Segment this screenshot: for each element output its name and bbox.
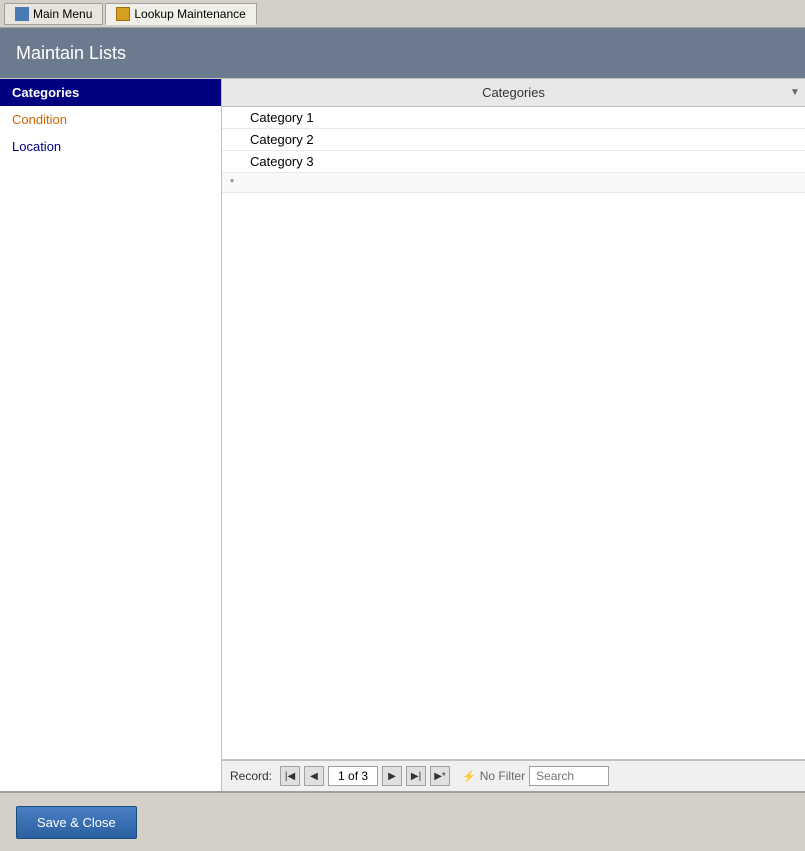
grid-column-label: Categories <box>482 85 545 100</box>
filter-icon: ⚡ <box>462 770 476 783</box>
new-row[interactable]: * <box>222 173 805 193</box>
first-icon: |◀ <box>285 771 295 782</box>
cell-category-1[interactable]: Category 1 <box>242 107 805 128</box>
last-icon: ▶| <box>411 771 421 782</box>
row-indicator-3 <box>222 160 242 164</box>
nav-next-button[interactable]: ▶ <box>382 766 402 786</box>
sidebar-location-label: Location <box>12 139 61 154</box>
grid-body: Category 1 Category 2 Category 3 * <box>222 107 805 759</box>
row-indicator-1 <box>222 116 242 120</box>
table-row[interactable]: Category 2 <box>222 129 805 151</box>
next-icon: ▶ <box>388 771 396 782</box>
search-input[interactable] <box>529 766 609 786</box>
sidebar-condition-label: Condition <box>12 112 67 127</box>
new-row-cell[interactable] <box>242 180 805 186</box>
nav-first-button[interactable]: |◀ <box>280 766 300 786</box>
tab-lookup-maintenance-label: Lookup Maintenance <box>134 7 245 21</box>
table-row[interactable]: Category 1 <box>222 107 805 129</box>
main-menu-icon <box>15 7 29 21</box>
sidebar-item-categories[interactable]: Categories <box>0 79 221 106</box>
record-label: Record: <box>230 769 272 783</box>
tab-bar: Main Menu Lookup Maintenance <box>0 0 805 28</box>
table-row[interactable]: Category 3 <box>222 151 805 173</box>
main-panel: Categories ▼ Category 1 Category 2 <box>222 78 805 791</box>
save-close-label: Save & Close <box>37 815 116 830</box>
new-icon: ▶* <box>434 771 446 782</box>
save-close-button[interactable]: Save & Close <box>16 806 137 839</box>
grid-column-categories: Categories <box>242 81 785 104</box>
sidebar-categories-label: Categories <box>12 85 79 100</box>
nav-filter: ⚡ No Filter <box>462 769 525 783</box>
dropdown-icon: ▼ <box>790 87 800 98</box>
filter-label: No Filter <box>480 769 525 783</box>
tab-main-menu[interactable]: Main Menu <box>4 3 103 25</box>
prev-icon: ◀ <box>310 771 318 782</box>
row-indicator-2 <box>222 138 242 142</box>
grid-column-dropdown[interactable]: ▼ <box>785 87 805 98</box>
cell-category-3[interactable]: Category 3 <box>242 151 805 172</box>
nav-new-button[interactable]: ▶* <box>430 766 450 786</box>
sidebar: Categories Condition Location <box>0 78 222 791</box>
navigation-bar: Record: |◀ ◀ 1 of 3 ▶ ▶| ▶* ⚡ <box>222 759 805 791</box>
grid-header: Categories ▼ <box>222 79 805 107</box>
sidebar-item-condition[interactable]: Condition <box>0 106 221 133</box>
main-header: Maintain Lists <box>0 28 805 78</box>
grid-area: Categories ▼ Category 1 Category 2 <box>222 79 805 791</box>
new-row-indicator: * <box>222 175 242 191</box>
tab-main-menu-label: Main Menu <box>33 7 92 21</box>
nav-last-button[interactable]: ▶| <box>406 766 426 786</box>
sidebar-item-location[interactable]: Location <box>0 133 221 160</box>
lookup-maintenance-icon <box>116 7 130 21</box>
cell-category-2[interactable]: Category 2 <box>242 129 805 150</box>
tab-lookup-maintenance[interactable]: Lookup Maintenance <box>105 3 256 25</box>
nav-position[interactable]: 1 of 3 <box>328 766 378 786</box>
page-title: Maintain Lists <box>16 43 126 64</box>
bottom-bar: Save & Close <box>0 791 805 851</box>
nav-prev-button[interactable]: ◀ <box>304 766 324 786</box>
content-area: Categories Condition Location Categories… <box>0 78 805 791</box>
